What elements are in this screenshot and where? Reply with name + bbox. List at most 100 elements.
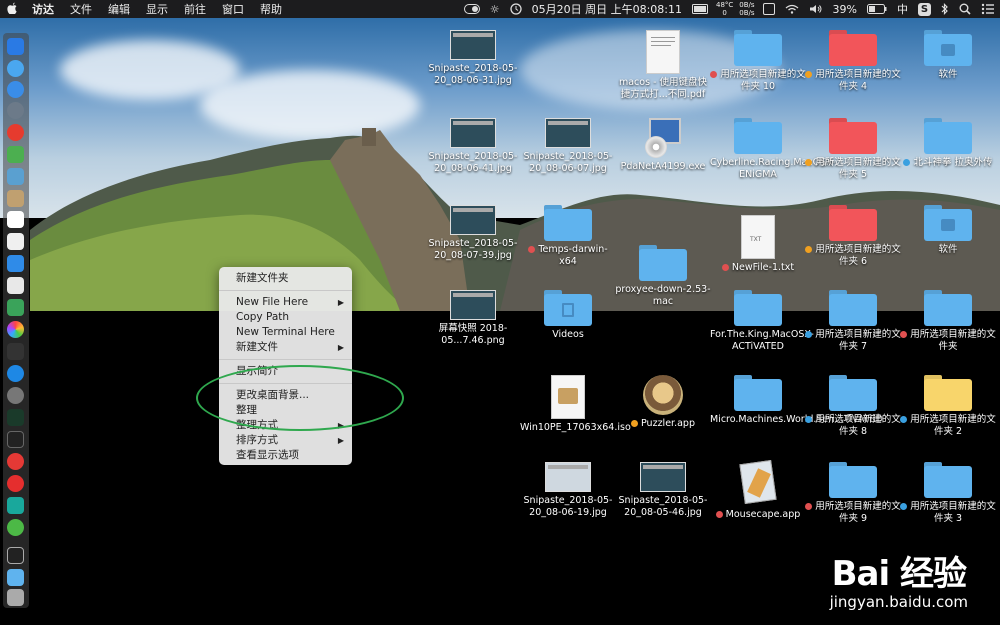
- system-preferences-icon[interactable]: [7, 387, 24, 404]
- menu-item-new-file-here[interactable]: New File Here ▶: [219, 295, 352, 310]
- toggle-icon[interactable]: [459, 4, 485, 14]
- desktop-item-name: Snipaste_2018-05-20_08-06-41.jpg: [428, 151, 518, 174]
- desktop-item-name: For.The.King.MacOSX-ACTiVATED: [710, 329, 814, 352]
- input-method[interactable]: 中: [892, 1, 913, 17]
- safari-icon[interactable]: [7, 81, 24, 98]
- desktop-item[interactable]: Snipaste_2018-05-20_08-06-41.jpg: [425, 118, 521, 175]
- android-icon[interactable]: [7, 146, 24, 163]
- desktop-item[interactable]: macos - 使用键盘快捷方式打...不同.pdf: [615, 30, 711, 101]
- desktop-item-label: PdaNetA4199.exe: [615, 161, 711, 173]
- app-store-icon[interactable]: [7, 365, 24, 382]
- battery-percent[interactable]: 39%: [828, 3, 862, 16]
- photo-browser-icon[interactable]: [7, 255, 24, 272]
- desktop-item[interactable]: 用所选项目新建的文件夹 6: [805, 205, 901, 268]
- terminal-dark-icon[interactable]: [7, 343, 24, 360]
- desktop-item[interactable]: 用所选项目新建的文件夹 9: [805, 462, 901, 525]
- datetime[interactable]: 05月20日 周日 上午08:08:11: [527, 1, 687, 17]
- launchpad-icon[interactable]: [7, 102, 24, 119]
- wechat-icon[interactable]: [7, 519, 24, 536]
- menu-item-new-file[interactable]: 新建文件 ▶: [219, 340, 352, 355]
- desktop-item[interactable]: Snipaste_2018-05-20_08-06-19.jpg: [520, 462, 616, 519]
- desktop-item[interactable]: 用所选项目新建的文件夹 3: [900, 462, 996, 525]
- menu-item-copy-path[interactable]: Copy Path: [219, 310, 352, 325]
- desktop-item[interactable]: Cyberline.Racing.MacOSX-ENiGMA: [710, 118, 836, 181]
- reminders-icon[interactable]: [7, 277, 24, 294]
- desktop-item[interactable]: 用所选项目新建的文件夹 8: [805, 375, 901, 438]
- yandex-icon[interactable]: [7, 453, 24, 470]
- menu-item-new-folder[interactable]: 新建文件夹: [219, 271, 352, 286]
- desktop-item[interactable]: Win10PE_17063x64.iso: [520, 375, 631, 434]
- menu-help[interactable]: 帮助: [252, 1, 290, 17]
- spotlight-search-icon[interactable]: [954, 3, 976, 15]
- desktop-item[interactable]: 屏幕快照 2018-05...7.46.png: [425, 290, 521, 347]
- activity-monitor-icon[interactable]: [7, 409, 24, 426]
- menu-edit[interactable]: 编辑: [100, 1, 138, 17]
- trash-icon[interactable]: [7, 589, 24, 606]
- desktop-item[interactable]: 软件: [900, 205, 996, 256]
- clock-icon[interactable]: [505, 3, 527, 15]
- iphone-icon[interactable]: [7, 547, 24, 564]
- menu-finder[interactable]: 访达: [24, 1, 62, 17]
- downloads-folder-icon[interactable]: [7, 569, 24, 586]
- notes-icon[interactable]: [7, 233, 24, 250]
- wps-icon[interactable]: S: [913, 2, 936, 16]
- terminal-icon[interactable]: [7, 431, 24, 448]
- desktop-item[interactable]: Micro.Machines.World.Seri...TiVATED: [710, 375, 883, 426]
- desktop-item[interactable]: Snipaste_2018-05-20_08-07-39.jpg: [425, 205, 521, 262]
- battery-icon[interactable]: [862, 4, 892, 14]
- desktop-item[interactable]: Snipaste_2018-05-20_08-06-07.jpg: [520, 118, 616, 175]
- watermark-url: jingyan.baidu.com: [829, 593, 968, 611]
- desktop-item[interactable]: 用所选项目新建的文件夹 5: [805, 118, 901, 181]
- contacts-icon[interactable]: [7, 190, 24, 207]
- desktop-item[interactable]: 用所选项目新建的文件夹 2: [900, 375, 996, 438]
- desktop-item[interactable]: Puzzler.app: [615, 375, 711, 430]
- desktop-item[interactable]: proxyee-down-2.53-mac: [615, 245, 711, 308]
- apple-menu-icon[interactable]: [0, 2, 24, 17]
- menu-item-sort-by[interactable]: 排序方式 ▶: [219, 433, 352, 448]
- finder-icon[interactable]: [7, 38, 24, 55]
- menu-file[interactable]: 文件: [62, 1, 100, 17]
- wifi-icon[interactable]: [780, 4, 804, 14]
- desktop-item-label: Mousecape.app: [710, 509, 806, 521]
- folder-icon: [924, 375, 972, 411]
- desktop-item-name: 用所选项目新建的文件夹 10: [720, 69, 806, 92]
- menu-item-show-view-options[interactable]: 查看显示选项: [219, 448, 352, 463]
- calendar-icon[interactable]: [7, 211, 24, 228]
- desktop-item[interactable]: 用所选项目新建的文件夹: [900, 290, 996, 353]
- menu-view[interactable]: 显示: [138, 1, 176, 17]
- color-tag-dot: [528, 246, 536, 253]
- desktop-item[interactable]: Snipaste_2018-05-20_08-06-31.jpg: [425, 30, 521, 87]
- desktop-item[interactable]: For.The.King.MacOSX-ACTiVATED: [710, 290, 814, 353]
- desktop-item[interactable]: PdaNetA4199.exe: [615, 118, 711, 173]
- maps-icon[interactable]: [7, 299, 24, 316]
- desktop-item[interactable]: 用所选项目新建的文件夹 4: [805, 30, 901, 93]
- app-teal-icon[interactable]: [7, 497, 24, 514]
- photos-icon[interactable]: [7, 321, 24, 338]
- notification-center-icon[interactable]: [976, 3, 1000, 15]
- desktop-item[interactable]: 用所选项目新建的文件夹 7: [805, 290, 901, 353]
- desktop-item[interactable]: TXT NewFile-1.txt: [710, 215, 806, 274]
- desktop-item-label: 用所选项目新建的文件夹 3: [900, 501, 996, 525]
- siri-icon[interactable]: [7, 60, 24, 77]
- folder-icon: [924, 118, 972, 154]
- desktop-item[interactable]: Snipaste_2018-05-20_08-05-46.jpg: [615, 462, 711, 519]
- desktop-item[interactable]: 用所选项目新建的文件夹 10: [710, 30, 806, 93]
- desktop-item[interactable]: Temps-darwin-x64: [520, 205, 616, 268]
- app-red-icon[interactable]: [7, 124, 24, 141]
- menu-item-new-terminal-here[interactable]: New Terminal Here: [219, 325, 352, 340]
- screen-icon[interactable]: [687, 4, 713, 14]
- desktop-item-label: Videos: [520, 329, 616, 341]
- brightness-icon[interactable]: ☼: [485, 3, 505, 16]
- netease-music-icon[interactable]: [7, 475, 24, 492]
- menu-window[interactable]: 窗口: [214, 1, 252, 17]
- volume-icon[interactable]: [804, 4, 828, 14]
- checkbox-icon[interactable]: [758, 3, 780, 15]
- desktop-item[interactable]: 北斗神拳 拉奥外传: [900, 118, 996, 169]
- image-thumbnail-icon: [545, 462, 591, 492]
- desktop-item[interactable]: Videos: [520, 290, 616, 341]
- preview-icon[interactable]: [7, 168, 24, 185]
- desktop-item[interactable]: 软件: [900, 30, 996, 81]
- menu-go[interactable]: 前往: [176, 1, 214, 17]
- desktop-item[interactable]: Mousecape.app: [710, 459, 806, 521]
- bluetooth-icon[interactable]: [936, 3, 954, 15]
